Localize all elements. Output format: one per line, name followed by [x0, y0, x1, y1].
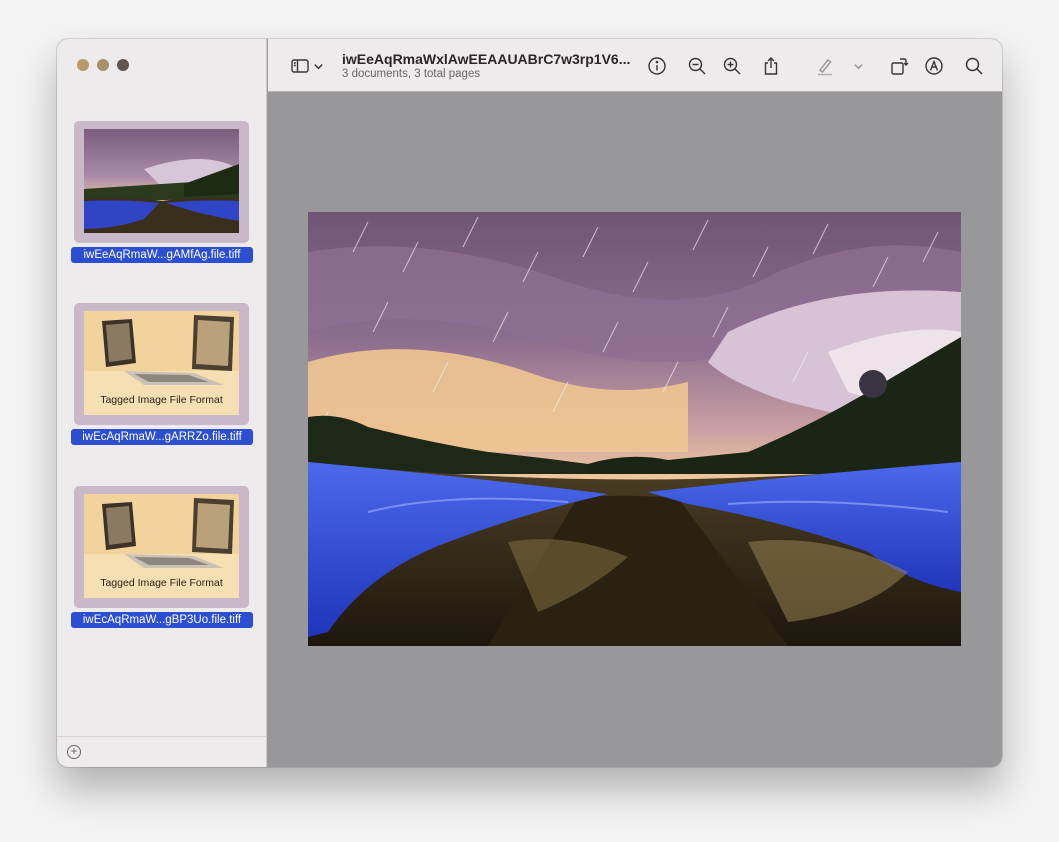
chevron-down-icon[interactable] — [851, 54, 865, 78]
thumbnail-laptop-image: Tagged Image File Format — [84, 311, 239, 415]
zoom-out-icon[interactable] — [685, 54, 709, 78]
preview-window: iwEeAqRmaW...gAMfAg.file.tiff Tagged Ima… — [57, 39, 1002, 767]
sidebar-divider — [57, 736, 267, 737]
highlight-pen-icon[interactable] — [813, 54, 837, 78]
thumbnail-frame: Tagged Image File Format — [74, 486, 249, 608]
share-icon[interactable] — [759, 54, 783, 78]
minimize-window-button[interactable] — [97, 59, 109, 71]
thumbnail-landscape-image — [84, 129, 239, 233]
document-subtitle: 3 documents, 3 total pages — [342, 68, 481, 80]
thumbnail-frame: Tagged Image File Format — [74, 303, 249, 425]
thumbnail-caption: Tagged Image File Format — [100, 577, 223, 589]
document-image[interactable] — [308, 212, 961, 646]
document-title: iwEeAqRmaWxlAwEEAAUABrC7w3rp1V6... — [342, 51, 631, 67]
thumbnail-laptop-image: Tagged Image File Format — [84, 494, 239, 598]
thumbnail-caption: Tagged Image File Format — [100, 394, 223, 406]
rotate-icon[interactable] — [887, 54, 911, 78]
sidebar-toggle-icon[interactable] — [288, 54, 312, 78]
sidebar: iwEeAqRmaW...gAMfAg.file.tiff Tagged Ima… — [57, 39, 267, 767]
markup-icon[interactable] — [922, 54, 946, 78]
search-icon[interactable] — [962, 54, 986, 78]
thumbnail-filename-label: iwEcAqRmaW...gBP3Uo.file.tiff — [71, 612, 253, 628]
close-window-button[interactable] — [77, 59, 89, 71]
toolbar: iwEeAqRmaWxlAwEEAAUABrC7w3rp1V6... 3 doc… — [268, 39, 1002, 92]
info-icon[interactable] — [645, 54, 669, 78]
chevron-down-icon[interactable] — [311, 54, 325, 78]
thumbnail-filename-label: iwEcAqRmaW...gARRZo.file.tiff — [71, 429, 253, 445]
zoom-window-button[interactable] — [117, 59, 129, 71]
add-page-button[interactable]: + — [67, 745, 81, 759]
thumbnail-frame — [74, 121, 249, 243]
zoom-in-icon[interactable] — [720, 54, 744, 78]
thumbnail-filename-label: iwEeAqRmaW...gAMfAg.file.tiff — [71, 247, 253, 263]
